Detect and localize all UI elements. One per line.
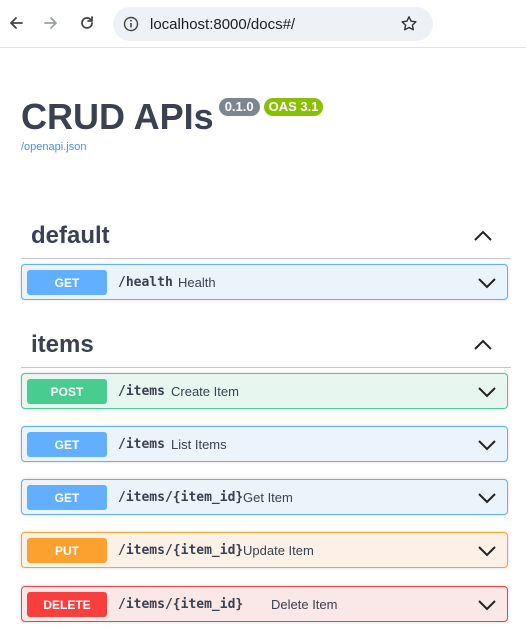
operation-summary: Update Item <box>243 543 314 558</box>
method-badge: PUT <box>27 538 107 563</box>
forward-button[interactable] <box>36 8 66 38</box>
operation-path: /items <box>118 437 165 452</box>
operation-summary: Health <box>178 275 216 290</box>
operation-path: /items/{item_id} <box>118 543 244 558</box>
reload-button[interactable] <box>72 8 102 38</box>
version-badge: 0.1.0 <box>218 98 260 116</box>
operation-summary: Get Item <box>243 490 293 505</box>
operation-summary: List Items <box>171 437 227 452</box>
method-badge: GET <box>27 270 107 295</box>
tag-header-items[interactable]: items <box>21 323 511 368</box>
operation-get-health[interactable]: GET /health Health <box>21 264 508 300</box>
method-badge: GET <box>27 485 107 510</box>
openapi-json-link[interactable]: /openapi.json <box>21 141 323 153</box>
operation-put-item[interactable]: PUT /items/{item_id} Update Item <box>21 532 508 568</box>
browser-toolbar: localhost:8000/docs#/ <box>0 0 526 48</box>
oas-badge: OAS 3.1 <box>263 98 324 116</box>
address-bar[interactable]: localhost:8000/docs#/ <box>113 7 433 41</box>
operation-summary: Delete Item <box>271 597 338 612</box>
operation-summary: Create Item <box>171 384 239 399</box>
operation-get-items[interactable]: GET /items List Items <box>21 426 508 462</box>
chevron-down-icon[interactable] <box>477 490 497 506</box>
chevron-down-icon[interactable] <box>477 437 497 453</box>
chevron-down-icon[interactable] <box>477 275 497 291</box>
operation-get-item[interactable]: GET /items/{item_id} Get Item <box>21 479 508 515</box>
forward-arrow-icon <box>44 17 57 29</box>
method-badge: DELETE <box>27 592 107 617</box>
tag-name: default <box>31 222 110 249</box>
method-badge: GET <box>27 432 107 457</box>
chevron-down-icon[interactable] <box>477 597 497 613</box>
chevron-down-icon[interactable] <box>477 543 497 559</box>
operation-delete-item[interactable]: DELETE /items/{item_id} Delete Item <box>21 586 508 622</box>
operation-post-items[interactable]: POST /items Create Item <box>21 373 508 409</box>
reload-icon <box>81 16 93 29</box>
chevron-up-icon[interactable] <box>473 228 493 244</box>
tag-name: items <box>31 331 94 358</box>
bookmark-star-icon[interactable] <box>399 14 419 34</box>
address-bar-url[interactable]: localhost:8000/docs#/ <box>150 16 295 33</box>
operation-path: /items/{item_id} <box>118 597 244 612</box>
chevron-down-icon[interactable] <box>477 384 497 400</box>
chevron-up-icon[interactable] <box>473 337 493 353</box>
method-badge: POST <box>27 379 107 404</box>
operation-path: /items <box>118 384 165 399</box>
api-info: CRUD APIs 0.1.0 OAS 3.1 /openapi.json <box>21 95 324 153</box>
operation-path: /health <box>118 275 173 290</box>
back-arrow-icon <box>10 17 23 29</box>
site-info-icon[interactable] <box>121 14 141 34</box>
back-button[interactable] <box>1 8 31 38</box>
operation-path: /items/{item_id} <box>118 490 244 505</box>
tag-header-default[interactable]: default <box>21 214 511 259</box>
page-title: CRUD APIs <box>21 96 214 137</box>
